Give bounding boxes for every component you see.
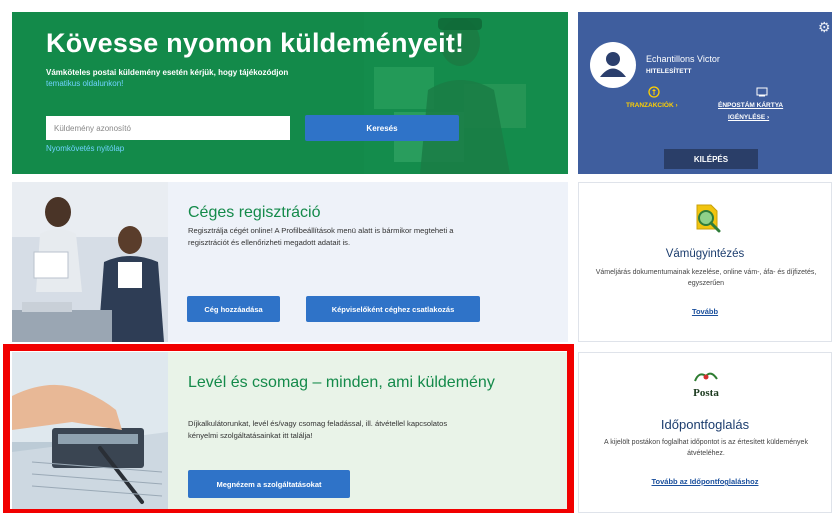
tracking-home-link[interactable]: Nyomkövetés nyitólap [46,144,124,153]
appointment-title: Időpontfoglalás [660,417,750,432]
letter-package-title: Levél és csomag – minden, ami küldemény [188,374,495,391]
letter-package-text: Díjkalkulátorunkat, levél és/vagy csomag… [188,419,448,440]
logout-button[interactable]: KILÉPÉS [664,149,758,169]
user-name: Echantillons Victor [646,54,720,64]
customs-topic-link[interactable]: tematikus oldalunkon! [46,79,123,88]
customs-text: Vámeljárás dokumentumainak kezelése, onl… [595,269,817,287]
letter-package-panel: Levél és csomag – minden, ami küldemény … [12,352,568,513]
posta-logo: Posta [693,372,719,399]
coin-icon [648,86,660,98]
view-services-button[interactable]: Megnézem a szolgáltatásokat [188,470,350,498]
shipment-id-input[interactable] [46,116,290,140]
customs-more-link[interactable]: Tovább [579,307,831,316]
registration-title: Céges regisztráció [188,204,321,221]
calculator-hand-photo [12,352,168,513]
card-request-link-line1[interactable]: ÉNPOSTÁM KÁRTYA [718,102,783,109]
customs-card: Vámügyintézés Vámeljárás dokumentumainak… [578,182,832,342]
user-card: ⚙ Echantillons Victor HITELESÍTETT TRANZ… [578,12,832,174]
card-request-link-line2[interactable]: IGÉNYLÉSE › [728,114,769,121]
company-registration-panel: Céges regisztráció Regisztrálja cégét on… [12,182,568,342]
add-company-button[interactable]: Cég hozzáadása [187,296,280,322]
transactions-link[interactable]: TRANZAKCIÓK › [626,102,678,109]
page: Kövesse nyomon küldeményeit! Vámköteles … [0,0,832,513]
tracking-title: Kövesse nyomon küldeményeit! [46,28,465,58]
appointment-card: Posta Időpontfoglalás A kijelölt postáko… [578,352,832,513]
gear-icon[interactable]: ⚙ [818,20,831,34]
tracking-panel: Kövesse nyomon küldeményeit! Vámköteles … [12,12,568,174]
magnifier-document-icon [696,204,721,233]
avatar [590,42,636,88]
user-silhouette-icon [600,52,626,77]
tracking-subtitle: Vámköteles postai küldemény esetén kérjü… [46,68,289,77]
appointment-text: A kijelölt postákon foglalhat időpontot … [604,439,808,457]
join-company-button[interactable]: Képviselőként céghez csatlakozás [306,296,480,322]
business-people-photo [12,182,168,342]
user-status: HITELESÍTETT [646,68,692,75]
search-button[interactable]: Keresés [305,115,459,141]
registration-text: Regisztrálja cégét online! A Profilbeáll… [188,226,454,247]
customs-title: Vámügyintézés [665,248,745,260]
card-icon [756,87,768,97]
posta-logo-text: Posta [693,387,719,399]
appointment-more-link[interactable]: Tovább az Időpontfoglaláshoz [579,477,831,486]
